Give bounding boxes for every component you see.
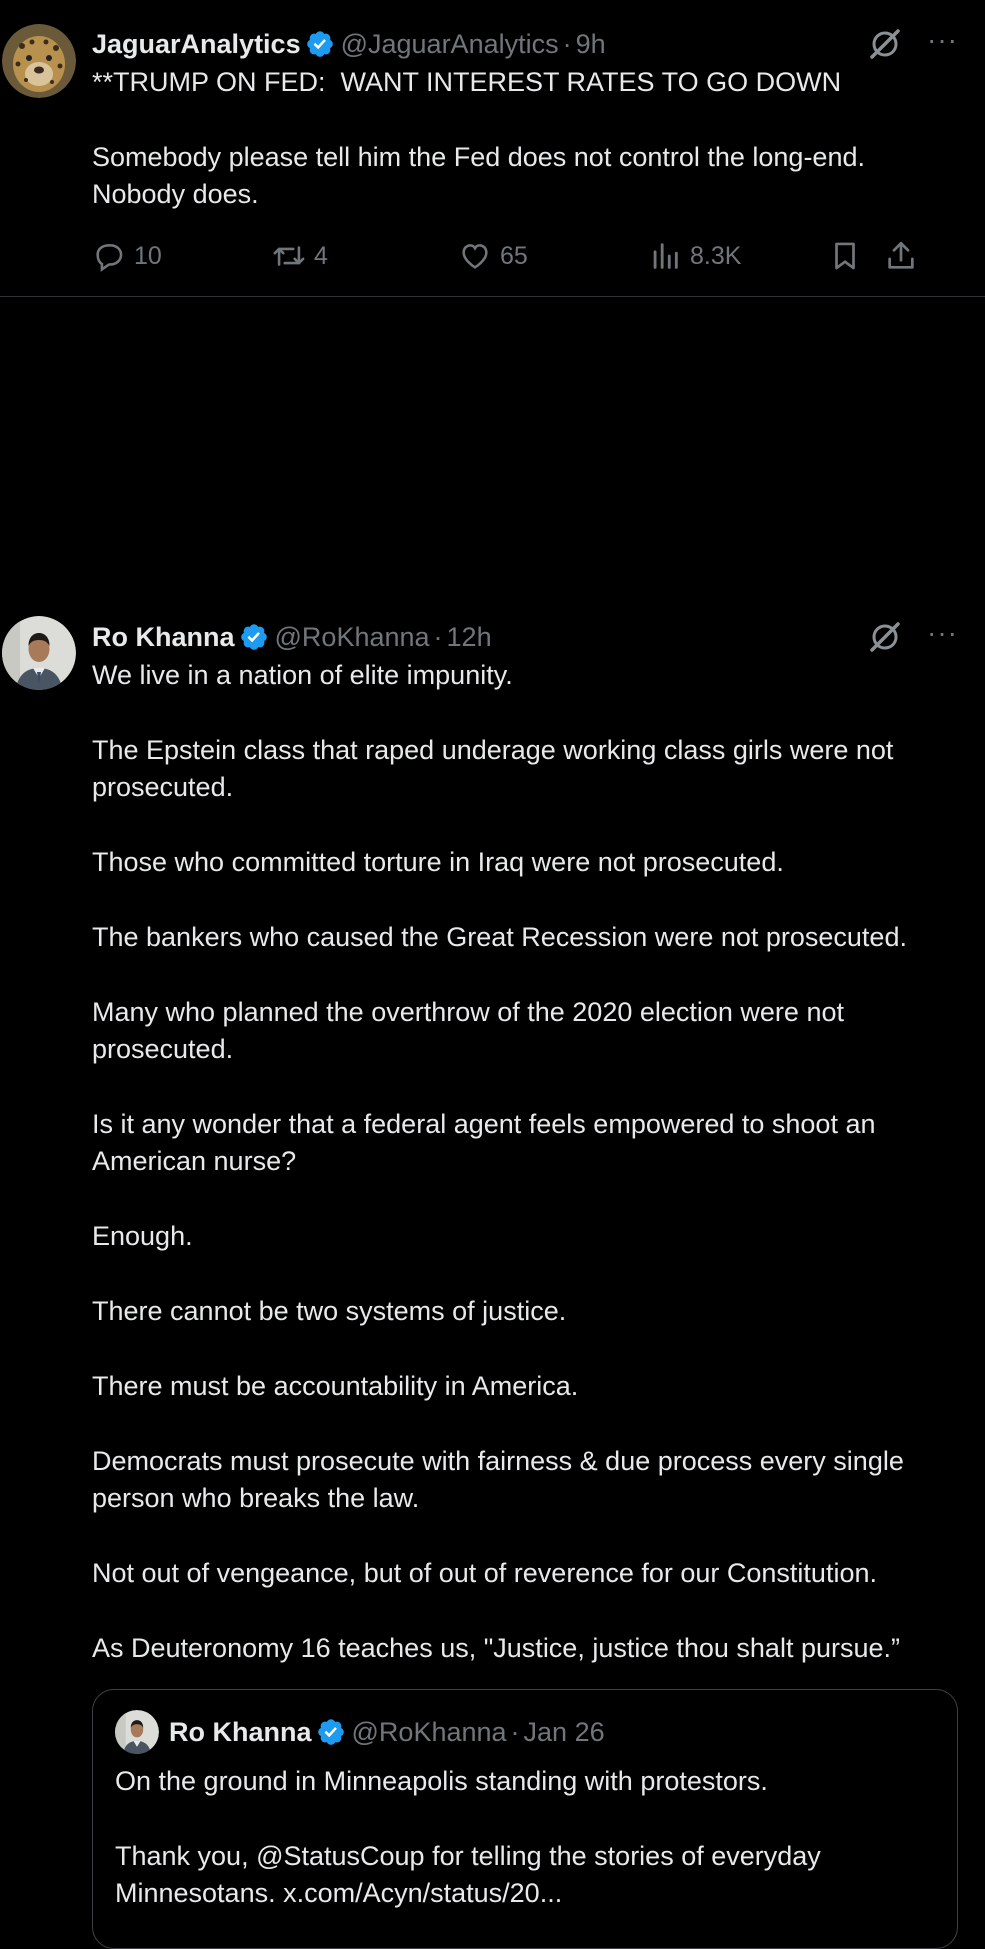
like-button[interactable]: 65	[458, 239, 528, 273]
tweet-text: We live in a nation of elite impunity. T…	[92, 660, 907, 1663]
quoted-timestamp[interactable]: Jan 26	[524, 1717, 605, 1748]
person-avatar-icon[interactable]	[2, 616, 76, 690]
grok-icon[interactable]	[867, 619, 903, 655]
verified-badge-icon	[317, 1719, 344, 1745]
repost-button[interactable]: 4	[272, 239, 328, 273]
reply-count: 10	[134, 241, 162, 270]
quoted-tweet-header: Ro Khanna @RoKhanna · Jan 26	[115, 1710, 605, 1754]
views-count: 8.3K	[690, 241, 742, 270]
tweet-text: **TRUMP ON FED: WANT INTEREST RATES TO G…	[92, 67, 865, 210]
bookmark-button[interactable]	[828, 239, 862, 273]
tweet-content: Ro Khanna @RoKhanna · 12h ··· We live in…	[92, 617, 957, 1667]
repost-icon	[273, 246, 305, 266]
views-button[interactable]: 8.3K	[648, 239, 741, 273]
separator: ·	[562, 29, 572, 59]
heart-icon	[462, 244, 488, 269]
quoted-tweet[interactable]: Ro Khanna @RoKhanna · Jan 26 On the grou…	[92, 1689, 958, 1949]
tweet-content: JaguarAnalytics @JaguarAnalytics · 9h ··…	[92, 24, 957, 214]
tweet-header-actions: ···	[867, 617, 957, 657]
tweet-actions: 10 4 65 8.3K	[92, 232, 957, 280]
grok-icon[interactable]	[867, 26, 903, 62]
more-options-icon[interactable]: ···	[927, 26, 957, 59]
separator: ·	[433, 622, 443, 652]
like-count: 65	[500, 241, 528, 270]
share-button[interactable]	[884, 239, 918, 273]
timestamp[interactable]: 9h	[576, 24, 606, 64]
timestamp[interactable]: 12h	[447, 617, 492, 657]
avatar[interactable]	[2, 24, 76, 98]
verified-badge-icon	[240, 624, 267, 650]
more-options-icon[interactable]: ···	[927, 619, 957, 652]
avatar[interactable]	[2, 616, 76, 690]
author-handle[interactable]: @RoKhanna	[275, 617, 430, 657]
quoted-author-handle[interactable]: @RoKhanna	[352, 1717, 507, 1748]
reply-button[interactable]: 10	[92, 239, 162, 273]
bookmark-icon	[835, 242, 855, 270]
author-name[interactable]: Ro Khanna	[92, 617, 235, 657]
tweet-header: Ro Khanna @RoKhanna · 12h ···	[92, 617, 957, 657]
tweet-header-actions: ···	[867, 24, 957, 64]
views-chart-icon	[653, 243, 678, 269]
separator: ·	[510, 1716, 520, 1747]
tweet-header: JaguarAnalytics @JaguarAnalytics · 9h ··…	[92, 24, 957, 64]
author-name[interactable]: JaguarAnalytics	[92, 24, 301, 64]
quoted-tweet-text: On the ground in Minneapolis standing wi…	[115, 1766, 821, 1909]
share-icon	[888, 241, 914, 269]
tweet[interactable]: JaguarAnalytics @JaguarAnalytics · 9h ··…	[0, 0, 985, 297]
person-avatar-icon[interactable]	[115, 1710, 159, 1754]
author-handle[interactable]: @JaguarAnalytics	[341, 24, 559, 64]
verified-badge-icon	[306, 31, 333, 57]
reply-icon	[96, 244, 123, 272]
repost-count: 4	[314, 241, 328, 270]
quoted-author-name[interactable]: Ro Khanna	[169, 1717, 312, 1748]
jaguar-avatar-icon[interactable]	[2, 24, 76, 98]
